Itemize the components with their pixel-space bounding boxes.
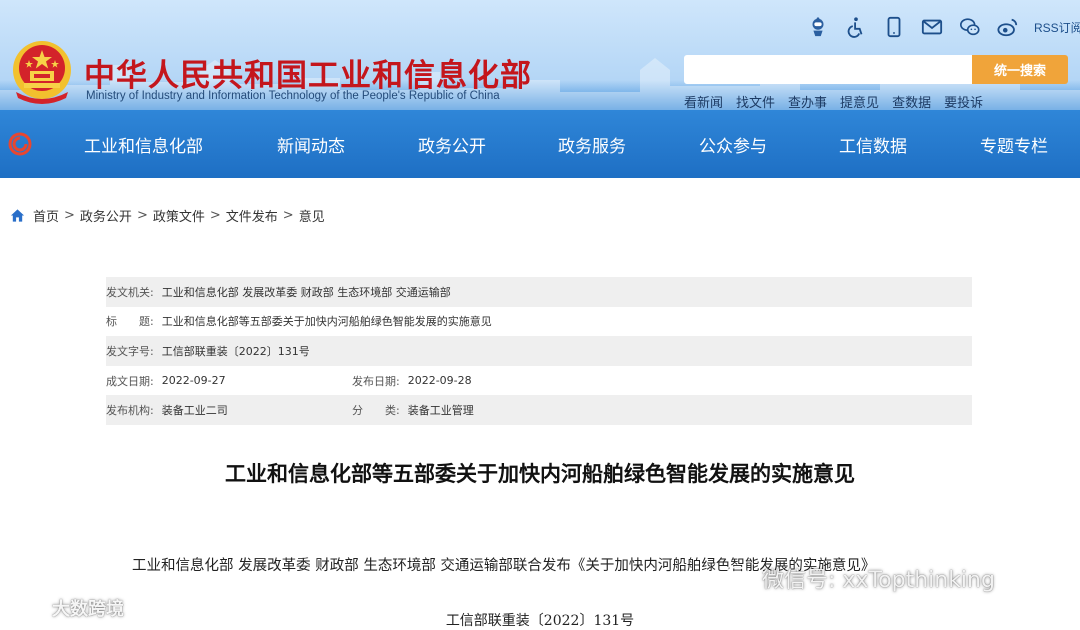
breadcrumb-file-release[interactable]: 文件发布 xyxy=(226,206,278,225)
meta-created-date: 2022-09-27 xyxy=(161,374,226,388)
breadcrumb-separator: > xyxy=(136,208,148,223)
article-title: 工业和信息化部等五部委关于加快内河船舶绿色智能发展的实施意见 xyxy=(225,462,855,486)
search-button[interactable]: 统一搜索 xyxy=(972,55,1068,84)
meta-label: 成文日期: xyxy=(106,374,154,388)
search-input[interactable] xyxy=(684,55,972,84)
quick-link-files[interactable]: 找文件 xyxy=(736,92,775,111)
breadcrumb-government-affairs[interactable]: 政务公开 xyxy=(80,206,132,225)
header-tools: RSS订阅 xyxy=(806,14,1080,40)
breadcrumb: 首页 > 政务公开 > 政策文件 > 文件发布 > 意见 xyxy=(10,206,325,225)
meta-label: 发布机构: xyxy=(106,404,154,418)
meta-docno: 工信部联重装〔2022〕131号 xyxy=(161,344,310,358)
meta-category: 装备工业管理 xyxy=(407,404,474,418)
home-icon[interactable] xyxy=(10,208,25,223)
meta-title: 工业和信息化部等五部委关于加快内河船舶绿色智能发展的实施意见 xyxy=(161,315,492,329)
nav-item-news[interactable]: 新闻动态 xyxy=(277,132,345,157)
quick-link-news[interactable]: 看新闻 xyxy=(684,92,723,111)
nav-item-government-affairs[interactable]: 政务公开 xyxy=(418,132,486,157)
nav-item-public-participation[interactable]: 公众参与 xyxy=(699,132,767,157)
breadcrumb-policy-files[interactable]: 政策文件 xyxy=(153,206,205,225)
quick-link-services[interactable]: 查办事 xyxy=(788,92,827,111)
meta-issuer: 工业和信息化部 发展改革委 财政部 生态环境部 交通运输部 xyxy=(161,285,451,299)
meta-row-issuer: 发文机关: 工业和信息化部 发展改革委 财政部 生态环境部 交通运输部 xyxy=(106,277,972,307)
meta-row-docno: 发文字号: 工信部联重装〔2022〕131号 xyxy=(106,336,972,366)
breadcrumb-separator: > xyxy=(64,208,75,223)
breadcrumb-opinion[interactable]: 意见 xyxy=(299,206,325,225)
breadcrumb-separator: > xyxy=(282,208,294,223)
meta-row-dates: 成文日期: 2022-09-27 发布日期: 2022-09-28 xyxy=(106,366,972,396)
meta-org: 装备工业二司 xyxy=(161,404,228,418)
ministry-logo-icon xyxy=(8,132,32,156)
robot-icon[interactable] xyxy=(806,15,830,39)
accessibility-icon[interactable] xyxy=(844,15,868,39)
site-header: 中华人民共和国工业和信息化部 Ministry of Industry and … xyxy=(0,0,1080,178)
main-nav: 工业和信息化部 新闻动态 政务公开 政务服务 公众参与 工信数据 专题专栏 xyxy=(0,124,1080,164)
meta-label: 分 类: xyxy=(352,404,400,418)
meta-label: 标 题: xyxy=(106,315,154,329)
quick-link-data[interactable]: 查数据 xyxy=(892,92,931,111)
quick-links: 看新闻 找文件 查办事 提意见 查数据 要投诉 xyxy=(684,92,983,111)
meta-published-date: 2022-09-28 xyxy=(407,374,472,388)
mail-icon[interactable] xyxy=(920,15,944,39)
meta-label: 发布日期: xyxy=(352,374,400,388)
rss-link[interactable]: RSS订阅 xyxy=(1034,19,1080,36)
site-subtitle: Ministry of Industry and Information Tec… xyxy=(86,90,500,102)
meta-row-org: 发布机构: 装备工业二司 分 类: 装备工业管理 xyxy=(106,395,972,425)
nav-item-data[interactable]: 工信数据 xyxy=(839,132,907,157)
meta-label: 发文字号: xyxy=(106,344,154,358)
nav-item-government-services[interactable]: 政务服务 xyxy=(558,132,626,157)
article-doc-number: 工信部联重装〔2022〕131号 xyxy=(445,613,635,629)
national-emblem-icon xyxy=(13,41,71,104)
weibo-icon[interactable] xyxy=(996,15,1020,39)
quick-link-complaints[interactable]: 要投诉 xyxy=(944,92,983,111)
document-meta-table: 发文机关: 工业和信息化部 发展改革委 财政部 生态环境部 交通运输部 标 题:… xyxy=(106,277,972,425)
article-lead: 工业和信息化部 发展改革委 财政部 生态环境部 交通运输部联合发布《关于加快内河… xyxy=(132,558,876,574)
quick-link-feedback[interactable]: 提意见 xyxy=(840,92,879,111)
site-title: 中华人民共和国工业和信息化部 xyxy=(84,58,532,94)
meta-row-title: 标 题: 工业和信息化部等五部委关于加快内河船舶绿色智能发展的实施意见 xyxy=(106,307,972,337)
nav-item-topics[interactable]: 专题专栏 xyxy=(980,132,1048,157)
breadcrumb-home[interactable]: 首页 xyxy=(33,206,59,225)
breadcrumb-separator: > xyxy=(209,208,221,223)
wechat-icon[interactable] xyxy=(958,15,982,39)
mobile-icon[interactable] xyxy=(882,15,906,39)
nav-item-ministry[interactable]: 工业和信息化部 xyxy=(84,132,203,157)
meta-label: 发文机关: xyxy=(106,285,154,299)
